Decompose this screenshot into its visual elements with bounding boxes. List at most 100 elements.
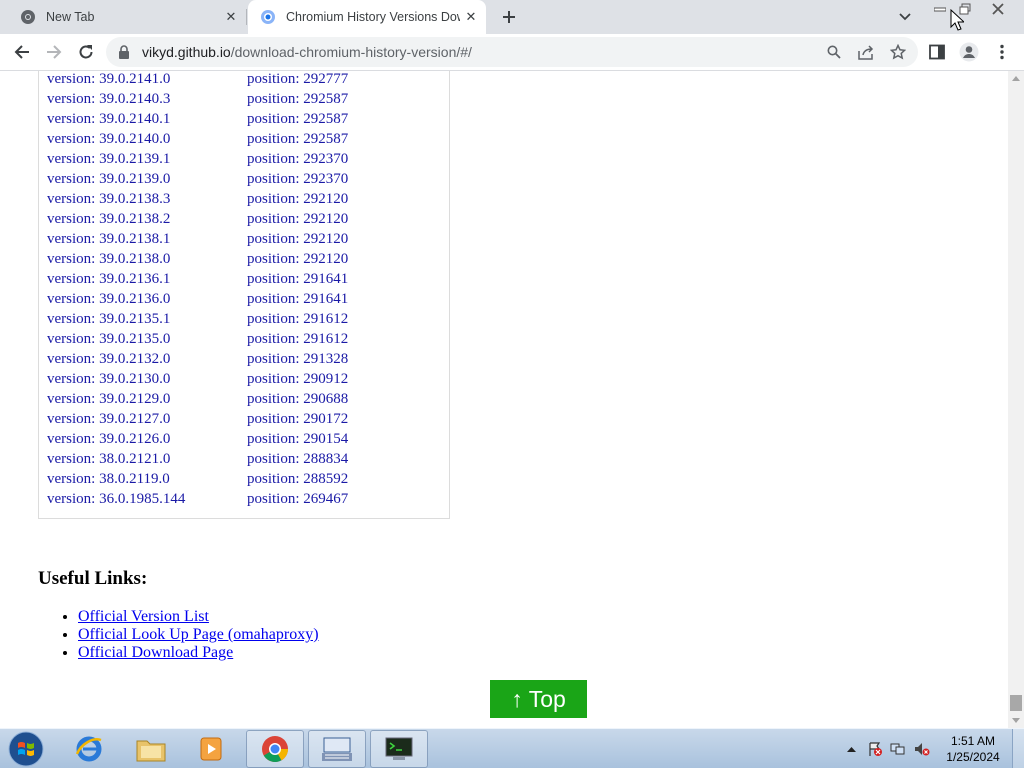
version-cell: version: 39.0.2135.0 bbox=[47, 331, 171, 347]
version-cell: version: 38.0.2119.0 bbox=[47, 471, 170, 487]
taskbar-keyboard-app[interactable] bbox=[308, 730, 366, 768]
tab-search-button[interactable] bbox=[893, 5, 917, 29]
position-cell: position: 288834 bbox=[247, 451, 349, 467]
official-version-list-link[interactable]: Official Version List bbox=[78, 608, 209, 625]
version-cell: version: 39.0.2129.0 bbox=[47, 391, 171, 407]
reload-icon bbox=[79, 45, 93, 59]
version-cell: version: 39.0.2138.1 bbox=[47, 231, 171, 247]
back-button[interactable] bbox=[8, 38, 36, 66]
terminal-app-icon bbox=[385, 737, 413, 760]
scrollbar-thumb[interactable] bbox=[1010, 695, 1022, 711]
start-button[interactable] bbox=[6, 730, 46, 768]
position-cell: position: 290912 bbox=[247, 371, 349, 387]
reload-button[interactable] bbox=[72, 38, 100, 66]
scroll-up-arrow-icon[interactable] bbox=[1012, 76, 1020, 81]
url-path: /download-chromium-history-version/#/ bbox=[230, 44, 472, 60]
minimize-icon bbox=[934, 7, 946, 11]
tab-strip: New Tab ✕ Chromium History Versions Dow … bbox=[0, 0, 1024, 34]
position-cell: position: 290154 bbox=[247, 431, 349, 447]
close-window-button[interactable] bbox=[985, 0, 1011, 17]
version-cell: version: 39.0.2140.3 bbox=[47, 91, 171, 107]
position-cell: position: 292120 bbox=[247, 251, 349, 267]
show-hidden-icons-button[interactable] bbox=[845, 729, 857, 768]
official-download-page-link[interactable]: Official Download Page bbox=[78, 644, 233, 661]
taskbar-media-player[interactable] bbox=[182, 730, 240, 768]
position-cell: position: 292120 bbox=[247, 211, 349, 227]
tab-separator bbox=[246, 9, 247, 25]
show-desktop-button[interactable] bbox=[1012, 729, 1024, 768]
useful-links-list: Official Version List Official Look Up P… bbox=[78, 608, 319, 662]
network-tray[interactable] bbox=[889, 729, 907, 768]
bookmark-star-icon[interactable] bbox=[888, 42, 908, 62]
position-cell: position: 292777 bbox=[247, 71, 349, 87]
speaker-muted-icon bbox=[915, 743, 930, 756]
tab-title: Chromium History Versions Dow bbox=[286, 10, 460, 24]
address-bar[interactable]: vikyd.github.io/download-chromium-histor… bbox=[106, 37, 918, 67]
version-cell: version: 39.0.2138.2 bbox=[47, 211, 171, 227]
version-cell: version: 39.0.2138.3 bbox=[47, 191, 171, 207]
taskbar-terminal-app[interactable] bbox=[370, 730, 428, 768]
taskbar-internet-explorer[interactable] bbox=[60, 730, 118, 768]
version-cell: version: 39.0.2130.0 bbox=[47, 371, 171, 387]
side-panel-button[interactable] bbox=[923, 38, 951, 66]
arrow-right-icon bbox=[47, 45, 62, 59]
scroll-down-arrow-icon[interactable] bbox=[1012, 718, 1020, 723]
version-cell: version: 39.0.2135.1 bbox=[47, 311, 171, 327]
version-cell: version: 39.0.2136.0 bbox=[47, 291, 171, 307]
back-to-top-button[interactable]: ↑ Top bbox=[490, 680, 587, 718]
keyboard-app-icon bbox=[322, 737, 352, 761]
position-cell: position: 291328 bbox=[247, 351, 349, 367]
version-cell: version: 39.0.2140.1 bbox=[47, 111, 171, 127]
chevron-down-icon bbox=[899, 13, 911, 21]
mouse-cursor-icon bbox=[950, 9, 964, 31]
taskbar-file-explorer[interactable] bbox=[122, 730, 180, 768]
clock-date: 1/25/2024 bbox=[946, 750, 1000, 764]
media-player-icon bbox=[200, 737, 222, 761]
menu-button[interactable] bbox=[988, 38, 1016, 66]
action-center-tray[interactable] bbox=[866, 729, 884, 768]
position-cell: position: 292370 bbox=[247, 171, 349, 187]
tab-title: New Tab bbox=[46, 10, 95, 24]
close-tab-icon[interactable]: ✕ bbox=[220, 6, 242, 28]
browser-toolbar: vikyd.github.io/download-chromium-histor… bbox=[0, 34, 1024, 71]
system-clock[interactable]: 1:51 AM 1/25/2024 bbox=[940, 733, 1006, 765]
windows-taskbar: 1:51 AM 1/25/2024 bbox=[0, 728, 1024, 768]
tab-chromium-history[interactable]: Chromium History Versions Dow ✕ bbox=[248, 0, 486, 34]
version-cell: version: 38.0.2121.0 bbox=[47, 451, 171, 467]
chrome-icon bbox=[262, 736, 289, 763]
network-icon bbox=[890, 743, 905, 755]
search-icon[interactable] bbox=[824, 42, 844, 62]
version-cell: version: 39.0.2138.0 bbox=[47, 251, 171, 267]
position-cell: position: 291641 bbox=[247, 271, 349, 287]
forward-button[interactable] bbox=[40, 38, 68, 66]
site-favicon-icon bbox=[260, 9, 276, 25]
share-icon[interactable] bbox=[856, 42, 876, 62]
kebab-menu-icon bbox=[1000, 44, 1004, 60]
version-cell: version: 39.0.2127.0 bbox=[47, 411, 171, 427]
position-cell: position: 292120 bbox=[247, 231, 349, 247]
useful-links-heading: Useful Links: bbox=[38, 568, 148, 589]
taskbar-chrome[interactable] bbox=[246, 730, 304, 768]
close-icon bbox=[992, 2, 1004, 15]
tab-new-tab[interactable]: New Tab ✕ bbox=[8, 0, 246, 34]
close-tab-icon[interactable]: ✕ bbox=[460, 6, 482, 28]
volume-tray[interactable] bbox=[913, 729, 931, 768]
profile-avatar-icon bbox=[959, 42, 979, 62]
clock-time: 1:51 AM bbox=[950, 734, 996, 748]
url-text: vikyd.github.io/download-chromium-histor… bbox=[142, 44, 472, 60]
version-cell: version: 39.0.2132.0 bbox=[47, 351, 171, 367]
position-cell: position: 291612 bbox=[247, 311, 349, 327]
version-cell: version: 39.0.2140.0 bbox=[47, 131, 171, 147]
position-cell: position: 292587 bbox=[247, 91, 349, 107]
position-cell: position: 288592 bbox=[247, 471, 349, 487]
position-cell: position: 292120 bbox=[247, 191, 349, 207]
position-cell: position: 292370 bbox=[247, 151, 349, 167]
position-cell: position: 269467 bbox=[247, 491, 349, 507]
chevron-up-icon bbox=[846, 747, 856, 752]
lock-icon bbox=[119, 45, 129, 59]
list-item: Official Version List bbox=[78, 608, 319, 626]
vertical-scrollbar[interactable] bbox=[1008, 71, 1024, 728]
profile-button[interactable] bbox=[955, 38, 983, 66]
official-lookup-page-link[interactable]: Official Look Up Page (omahaproxy) bbox=[78, 626, 319, 643]
new-tab-button[interactable] bbox=[497, 5, 521, 29]
